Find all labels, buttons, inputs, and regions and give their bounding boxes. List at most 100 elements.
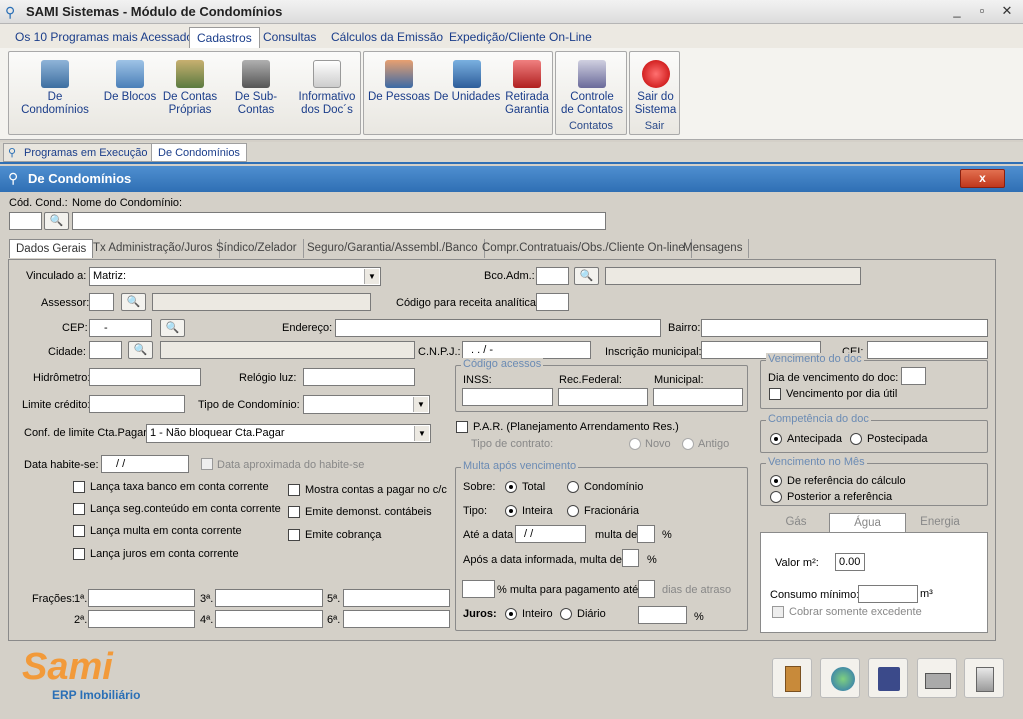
par-checkbox[interactable] [456,421,468,433]
search-cidade-button[interactable]: 🔍 [128,341,153,359]
fracionaria-radio[interactable] [567,505,579,517]
tab-de-condominios[interactable]: De Condomínios [151,143,247,162]
de-pessoas-button[interactable]: De Pessoas [368,52,430,122]
de-sub-contas-button[interactable]: De Sub-Contas [219,52,293,122]
juros-input[interactable] [638,606,687,624]
novo-radio[interactable] [629,438,641,450]
dia-venc-input[interactable] [901,367,926,385]
condominio-radio[interactable] [567,481,579,493]
tab-programas-em-execucao[interactable]: ⚲ Programas em Execução [3,143,155,162]
tab-gas[interactable]: Gás [762,513,830,532]
emite-cobranca-checkbox[interactable] [288,529,300,541]
fracao-5-input[interactable] [343,589,450,607]
de-unidades-button[interactable]: De Unidades [432,52,502,122]
tipo-cond-select[interactable]: ▼ [303,395,430,414]
de-contas-proprias-button[interactable]: De Contas Próprias [161,52,219,122]
antigo-radio[interactable] [682,438,694,450]
restore-button[interactable]: ▫ [971,2,993,20]
controle-contatos-button[interactable]: Controle de Contatos [558,52,626,122]
menu-tab-calculos[interactable]: Cálculos da Emissão [324,27,450,48]
consumo-min-input[interactable] [858,585,918,603]
tab-seguro[interactable]: Seguro/Garantia/Assembl./Banco [301,239,485,258]
sair-sistema-button[interactable]: Sair do Sistema [632,52,679,122]
fracao-6-input[interactable] [343,610,450,628]
data-aprox-checkbox[interactable] [201,458,213,470]
nome-condominio-input[interactable] [72,212,606,230]
diario-radio[interactable] [560,608,572,620]
lanca-multa-checkbox[interactable] [73,525,85,537]
habite-input[interactable]: / / [101,455,189,473]
cei-input[interactable] [867,341,988,359]
close-window-button[interactable]: ✕ [996,2,1018,20]
tab-tx-administracao[interactable]: Tx Administração/Juros [87,239,220,258]
fracao-2-input[interactable] [88,610,195,628]
inteira-radio[interactable] [505,505,517,517]
menu-tab-expedicao[interactable]: Expedição/Cliente On-Line [442,27,599,48]
endereco-input[interactable] [335,319,661,337]
cnpj-input[interactable]: . . / - [462,341,591,359]
fracao-4-input[interactable] [215,610,323,628]
informativo-docs-button[interactable]: Informativo dos Doc´s [297,52,357,122]
conf-limite-select[interactable]: 1 - Não bloquear Cta.Pagar ▼ [146,424,431,443]
vinculado-select[interactable]: Matriz: ▼ [89,267,381,286]
ate-data-input[interactable]: / / [515,525,586,543]
retirada-garantia-button[interactable]: Retirada Garantia [504,52,550,122]
sobre-label: Sobre: [463,481,496,493]
ref-calculo-radio[interactable] [770,475,782,487]
tab-compr-contratuais[interactable]: Compr.Contratuais/Obs./Cliente On-line [476,239,692,258]
relogio-input[interactable] [303,368,415,386]
bco-adm-input[interactable] [536,267,569,285]
total-radio[interactable] [505,481,517,493]
minimize-button[interactable]: _ [946,2,968,20]
menu-tab-cadastros[interactable]: Cadastros [189,27,260,48]
emite-demonst-checkbox[interactable] [288,506,300,518]
assessor-input[interactable] [89,293,114,311]
fracao-1-input[interactable] [88,589,195,607]
cobrar-exc-checkbox[interactable] [772,606,784,618]
cep-input[interactable]: - [89,319,152,337]
fracao-3-input[interactable] [215,589,323,607]
tab-energia[interactable]: Energia [907,513,973,532]
venc-dia-util-checkbox[interactable] [769,388,781,400]
mostra-contas-checkbox[interactable] [288,484,300,496]
tab-agua[interactable]: Água [829,513,906,532]
menu-tab-top10[interactable]: Os 10 Programas mais Acessados [8,27,206,48]
printer-icon[interactable] [917,658,957,698]
lanca-taxa-checkbox[interactable] [73,481,85,493]
cidade-input[interactable] [89,341,122,359]
tab-dados-gerais[interactable]: Dados Gerais [9,239,94,258]
tab-sindico[interactable]: Síndico/Zelador [210,239,304,258]
multa-pgto-input[interactable] [462,580,495,598]
search-bco-button[interactable]: 🔍 [574,267,599,285]
search-cod-button[interactable]: 🔍 [44,212,69,230]
postecipada-radio[interactable] [850,433,862,445]
inss-input[interactable] [462,388,553,406]
bairro-input[interactable] [701,319,988,337]
multa-de-input[interactable] [637,525,655,543]
de-condominios-button[interactable]: De Condomínios [13,52,97,122]
globe-arrow-icon[interactable] [820,658,860,698]
codigo-receita-input[interactable] [536,293,569,311]
rec-federal-input[interactable] [558,388,648,406]
municipal-input[interactable] [653,388,743,406]
valor-m2-input[interactable]: 0.00 [835,553,865,571]
inteiro-radio[interactable] [505,608,517,620]
cod-cond-input[interactable] [9,212,42,230]
close-form-button[interactable]: x [960,169,1005,188]
door-exit-icon[interactable] [772,658,812,698]
posterior-ref-radio[interactable] [770,491,782,503]
hidrometro-input[interactable] [89,368,201,386]
dias-input[interactable] [638,580,655,598]
search-cep-button[interactable]: 🔍 [160,319,185,337]
limite-input[interactable] [89,395,185,413]
de-blocos-button[interactable]: De Blocos [99,52,161,122]
save-floppy-icon[interactable] [868,658,908,698]
antecipada-radio[interactable] [770,433,782,445]
apos-data-input[interactable] [622,549,639,567]
search-assessor-button[interactable]: 🔍 [121,293,146,311]
lanca-juros-checkbox[interactable] [73,548,85,560]
tab-mensagens[interactable]: Mensagens [677,239,750,258]
menu-tab-consultas[interactable]: Consultas [256,27,323,48]
lanca-seg-checkbox[interactable] [73,503,85,515]
trash-icon[interactable] [964,658,1004,698]
